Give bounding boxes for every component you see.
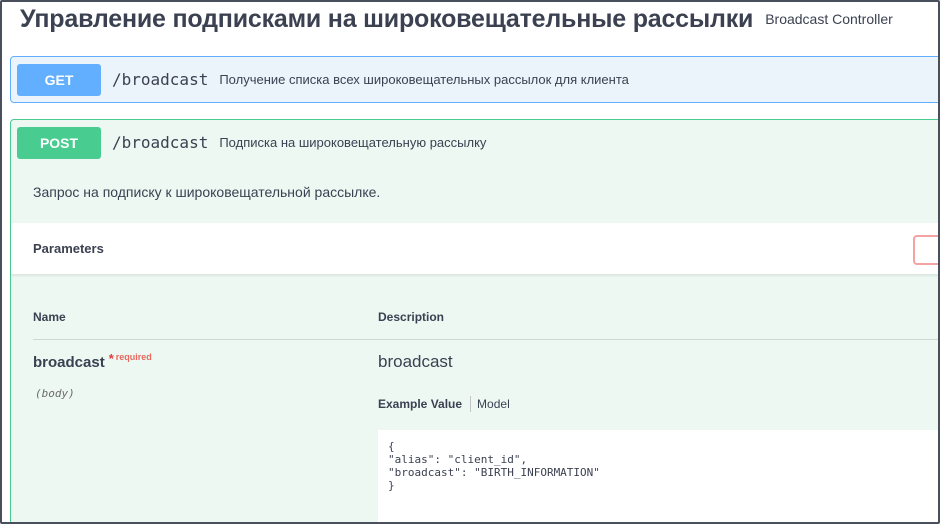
example-model-tabs: Example Value Model	[378, 396, 510, 412]
example-json: { "alias": "client_id", "broadcast": "BI…	[388, 440, 600, 492]
operation-post-broadcast: POST /broadcast Подписка на широковещате…	[10, 119, 938, 522]
method-badge-post: POST	[17, 126, 101, 159]
column-header-description: Description	[378, 310, 445, 324]
operation-path: /broadcast	[112, 70, 209, 89]
parameter-name-text: broadcast	[33, 354, 105, 371]
swagger-frame: Управление подписками на широковещательн…	[0, 0, 940, 524]
method-badge-get: GET	[17, 63, 101, 96]
example-value-box[interactable]: { "alias": "client_id", "broadcast": "BI…	[378, 430, 938, 522]
section-title: Управление подписками на широковещательн…	[20, 5, 754, 33]
operation-summary-post[interactable]: POST /broadcast Подписка на широковещате…	[11, 120, 938, 165]
operation-summary-text: Подписка на широковещательную рассылку	[219, 135, 487, 150]
operation-summary-get[interactable]: GET /broadcast Получение списка всех шир…	[11, 57, 938, 102]
required-star: *	[108, 351, 114, 366]
tab-model[interactable]: Model	[471, 397, 510, 411]
parameters-bar: Parameters	[11, 223, 938, 275]
section-header[interactable]: Управление подписками на широковещательн…	[20, 5, 893, 45]
parameters-title: Parameters	[33, 241, 104, 256]
header-divider	[33, 339, 938, 340]
try-it-out-button[interactable]	[913, 235, 938, 265]
operation-get-broadcast: GET /broadcast Получение списка всех шир…	[10, 56, 938, 103]
operation-path: /broadcast	[112, 133, 209, 152]
parameter-location: (body)	[35, 387, 75, 400]
operation-summary-text: Получение списка всех широковещательных …	[219, 72, 629, 87]
operation-description: Запрос на подписку к широковещательной р…	[33, 184, 381, 200]
tab-example-value[interactable]: Example Value	[378, 397, 470, 411]
parameter-name: broadcast * required	[33, 351, 152, 371]
section-subtitle: Broadcast Controller	[765, 11, 893, 27]
column-header-name: Name	[33, 310, 66, 324]
required-label: required	[115, 352, 152, 362]
parameter-description: broadcast	[378, 352, 453, 371]
